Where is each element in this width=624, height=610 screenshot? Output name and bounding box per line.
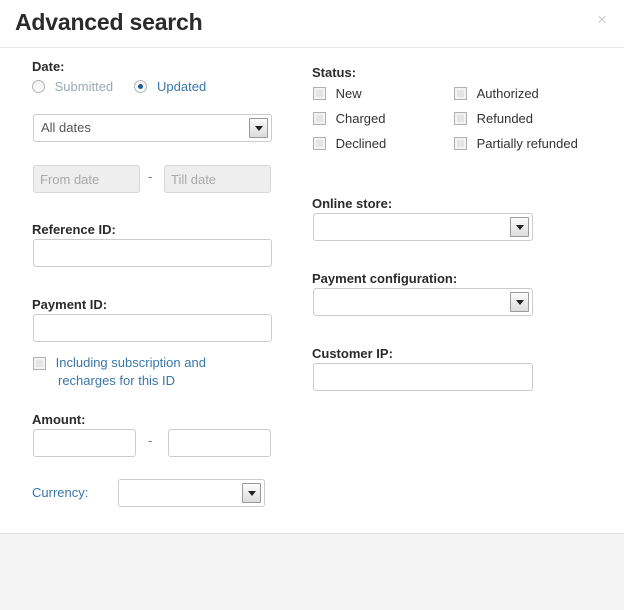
dialog-header: Advanced search × xyxy=(0,0,624,48)
payment-configuration-label: Payment configuration: xyxy=(312,271,458,286)
online-store-select[interactable] xyxy=(313,213,533,241)
including-subscription-label-line2[interactable]: recharges for this ID xyxy=(58,373,278,388)
including-subscription-label-line1[interactable]: Including subscription and xyxy=(56,355,206,370)
status-checkbox-charged[interactable]: Charged xyxy=(313,111,386,136)
status-refunded-label[interactable]: Refunded xyxy=(477,111,533,126)
close-icon[interactable]: × xyxy=(592,10,612,30)
radio-updated-label[interactable]: Updated xyxy=(157,79,206,94)
chevron-down-icon[interactable] xyxy=(510,217,529,237)
status-authorized-control[interactable] xyxy=(454,87,467,100)
status-partially-refunded-label[interactable]: Partially refunded xyxy=(477,136,578,151)
status-partially-refunded-control[interactable] xyxy=(454,137,467,150)
status-checkbox-declined[interactable]: Declined xyxy=(313,136,386,161)
radio-updated-control[interactable] xyxy=(134,80,148,93)
radio-submitted-label[interactable]: Submitted xyxy=(55,79,114,94)
status-charged-label[interactable]: Charged xyxy=(336,111,386,126)
radio-submitted[interactable]: Submitted xyxy=(32,79,117,94)
payment-id-input[interactable] xyxy=(33,314,272,342)
status-checkbox-column-1: New Charged Declined xyxy=(313,86,386,161)
currency-select[interactable] xyxy=(118,479,265,507)
amount-range-separator: - xyxy=(148,433,153,448)
status-authorized-label[interactable]: Authorized xyxy=(477,86,539,101)
status-declined-label[interactable]: Declined xyxy=(336,136,387,151)
page-title: Advanced search xyxy=(15,9,203,35)
chevron-down-icon[interactable] xyxy=(249,118,268,138)
currency-label: Currency: xyxy=(32,485,89,500)
status-new-control[interactable] xyxy=(313,87,326,100)
radio-submitted-control[interactable] xyxy=(32,80,45,93)
online-store-label: Online store: xyxy=(312,196,393,211)
date-label: Date: xyxy=(32,59,65,74)
payment-configuration-select[interactable] xyxy=(313,288,533,316)
amount-label: Amount: xyxy=(32,412,86,427)
reference-id-input[interactable] xyxy=(33,239,272,267)
reference-id-label: Reference ID: xyxy=(32,222,116,237)
dialog-body: Date: Submitted Updated All dates From d… xyxy=(0,48,624,533)
customer-ip-input[interactable] xyxy=(313,363,533,391)
date-group: Date: Submitted Updated xyxy=(32,59,206,99)
payment-configuration-select-value xyxy=(321,289,506,315)
status-checkbox-partially-refunded[interactable]: Partially refunded xyxy=(454,136,578,161)
status-new-label[interactable]: New xyxy=(336,86,362,101)
status-checkbox-new[interactable]: New xyxy=(313,86,386,111)
including-subscription-checkbox[interactable]: Including subscription and recharges for… xyxy=(33,355,278,388)
date-range-select[interactable]: All dates xyxy=(33,114,272,142)
amount-to-input[interactable] xyxy=(168,429,271,457)
online-store-select-value xyxy=(321,214,506,240)
chevron-down-icon[interactable] xyxy=(510,292,529,312)
dialog-footer: Reset form Close Search payments xyxy=(0,533,624,610)
advanced-search-dialog: Advanced search × Date: Submitted Update… xyxy=(0,0,624,610)
including-subscription-control[interactable] xyxy=(33,357,46,370)
status-refunded-control[interactable] xyxy=(454,112,467,125)
date-range-separator: - xyxy=(148,169,153,184)
date-till-input[interactable] xyxy=(164,165,271,193)
currency-select-value xyxy=(126,480,238,506)
status-label: Status: xyxy=(312,65,357,80)
status-checkbox-column-2: Authorized Refunded Partially refunded xyxy=(454,86,578,161)
date-from-input[interactable] xyxy=(33,165,140,193)
status-declined-control[interactable] xyxy=(313,137,326,150)
date-mode-radios: Submitted Updated xyxy=(32,79,206,99)
payment-id-label: Payment ID: xyxy=(32,297,108,312)
customer-ip-label: Customer IP: xyxy=(312,346,393,361)
amount-from-input[interactable] xyxy=(33,429,136,457)
status-charged-control[interactable] xyxy=(313,112,326,125)
radio-updated[interactable]: Updated xyxy=(134,79,206,94)
status-checkbox-authorized[interactable]: Authorized xyxy=(454,86,578,111)
chevron-down-icon[interactable] xyxy=(242,483,261,503)
date-range-select-value: All dates xyxy=(41,120,91,135)
status-checkbox-refunded[interactable]: Refunded xyxy=(454,111,578,136)
